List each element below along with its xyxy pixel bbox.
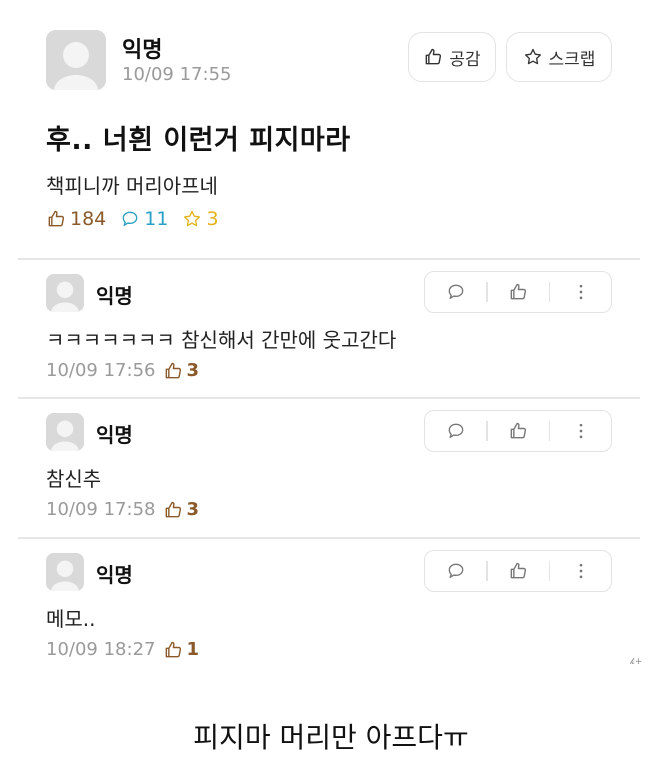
post-stats: 184 11 3 — [46, 208, 219, 230]
post-content: 책피니까 머리아프네 — [46, 174, 218, 198]
comment-like-button[interactable] — [488, 551, 549, 591]
comment-count-value: 11 — [144, 208, 169, 230]
scrap-button[interactable]: 스크랩 — [506, 32, 612, 82]
thumbs-up-icon — [508, 421, 528, 441]
comment-item: 익명 메모.. 10/09 18:27 1 — [0, 537, 662, 675]
speech-bubble-icon — [120, 209, 140, 229]
post-title: 후.. 너흰 이런거 피지마라 — [46, 125, 351, 156]
avatar-icon — [46, 30, 106, 90]
more-button[interactable] — [550, 272, 611, 312]
thumbs-up-icon — [508, 561, 528, 581]
comment-author: 익명 — [96, 284, 133, 308]
comment-like-button[interactable] — [488, 272, 549, 312]
avatar-icon — [46, 413, 84, 451]
comment-author: 익명 — [96, 563, 133, 587]
comment-meta: 10/09 17:58 3 — [46, 499, 199, 520]
scrap-count-value: 3 — [206, 208, 219, 230]
comment-text: 참신추 — [46, 467, 102, 491]
watermark: 𝓀+ — [630, 657, 643, 667]
like-count: 184 — [46, 208, 106, 230]
reply-button[interactable] — [425, 411, 486, 451]
comment-actions — [424, 550, 612, 592]
like-button-label: 공감 — [449, 49, 481, 70]
caption: 피지마 머리만 아프다ㅠ — [193, 721, 469, 754]
star-icon — [523, 47, 543, 67]
star-icon — [182, 209, 202, 229]
comment-time: 10/09 17:58 — [46, 499, 156, 520]
comment-time: 10/09 17:56 — [46, 360, 156, 381]
comment-like-value: 3 — [186, 360, 199, 381]
comment-text: ㅋㅋㅋㅋㅋㅋㅋ 참신해서 간만에 웃고간다 — [46, 328, 397, 352]
scrap-button-label: 스크랩 — [548, 49, 596, 70]
more-vertical-icon — [571, 282, 591, 302]
post-author: 익명 — [122, 38, 163, 63]
thumbs-up-icon — [46, 209, 66, 229]
comment-like-count: 3 — [163, 499, 199, 520]
comment-author: 익명 — [96, 423, 133, 447]
comment-text: 메모.. — [46, 607, 96, 631]
thumbs-up-icon — [163, 640, 183, 660]
speech-bubble-icon — [446, 282, 466, 302]
avatar-icon — [46, 274, 84, 312]
more-button[interactable] — [550, 411, 611, 451]
thumbs-up-icon — [508, 282, 528, 302]
comment-meta: 10/09 17:56 3 — [46, 360, 199, 381]
comment-count: 11 — [120, 208, 168, 230]
reply-button[interactable] — [425, 551, 486, 591]
comment-meta: 10/09 18:27 1 — [46, 639, 199, 660]
thumbs-up-icon — [163, 361, 183, 381]
comment-item: 익명 ㅋㅋㅋㅋㅋㅋㅋ 참신해서 간만에 웃고간다 10/09 17:56 3 — [0, 258, 662, 396]
like-button[interactable]: 공감 — [408, 32, 496, 82]
comment-like-count: 3 — [163, 360, 199, 381]
post-time: 10/09 17:55 — [122, 64, 232, 85]
comment-like-count: 1 — [163, 639, 199, 660]
comment-like-value: 3 — [186, 499, 199, 520]
comment-time: 10/09 18:27 — [46, 639, 156, 660]
more-vertical-icon — [571, 561, 591, 581]
scrap-count: 3 — [182, 208, 219, 230]
like-count-value: 184 — [70, 208, 107, 230]
thumbs-up-icon — [163, 500, 183, 520]
speech-bubble-icon — [446, 421, 466, 441]
comment-actions — [424, 410, 612, 452]
comment-actions — [424, 271, 612, 313]
thumbs-up-icon — [423, 47, 443, 67]
avatar-icon — [46, 553, 84, 591]
more-button[interactable] — [550, 551, 611, 591]
comment-item: 익명 참신추 10/09 17:58 3 — [0, 397, 662, 535]
speech-bubble-icon — [446, 561, 466, 581]
more-vertical-icon — [571, 421, 591, 441]
comment-like-button[interactable] — [488, 411, 549, 451]
comment-like-value: 1 — [186, 639, 199, 660]
reply-button[interactable] — [425, 272, 486, 312]
